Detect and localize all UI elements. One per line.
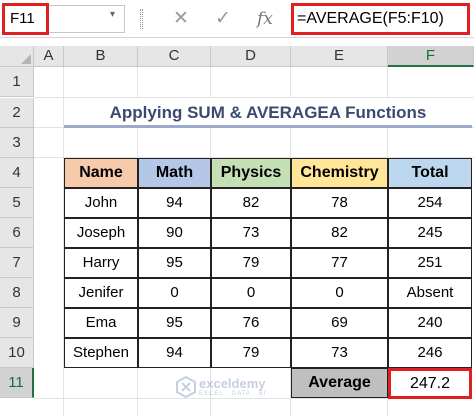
header-chemistry[interactable]: Chemistry [291, 158, 388, 188]
cell-chemistry[interactable]: 82 [291, 218, 388, 248]
watermark-tagline: EXCEL · DATA · BI [199, 391, 267, 397]
cell-chemistry[interactable]: 0 [291, 278, 388, 308]
header-physics[interactable]: Physics [211, 158, 291, 188]
cell-total[interactable]: 246 [388, 338, 472, 368]
average-value-cell[interactable]: 247.2 [388, 368, 472, 399]
cell-math[interactable]: 94 [138, 338, 211, 368]
select-all-button[interactable] [0, 46, 34, 67]
column-header-b[interactable]: B [64, 46, 138, 67]
exceldemy-watermark: exceldemy EXCEL · DATA · BI [176, 375, 296, 402]
insert-function-icon[interactable]: fx [257, 5, 273, 33]
header-name[interactable]: Name [64, 158, 138, 188]
column-header-c[interactable]: C [138, 46, 211, 67]
cell-physics[interactable]: 79 [211, 248, 291, 278]
row-header-7[interactable]: 7 [0, 248, 34, 278]
row-header-9[interactable]: 9 [0, 308, 34, 338]
row-header-4[interactable]: 4 [0, 158, 34, 188]
cell-math[interactable]: 0 [138, 278, 211, 308]
formula-input[interactable]: =AVERAGE(F5:F10) [291, 3, 470, 35]
cell-total[interactable]: Absent [388, 278, 472, 308]
cell-chemistry[interactable]: 78 [291, 188, 388, 218]
worksheet-grid[interactable]: A B C D E F 1 2 3 4 5 6 7 8 9 10 11 Appl… [0, 46, 474, 416]
sheet-title[interactable]: Applying SUM & AVERAGEA Functions [64, 98, 472, 128]
name-box-dropdown-icon[interactable]: ▾ [110, 9, 115, 20]
row-header-3[interactable]: 3 [0, 128, 34, 158]
row-header-6[interactable]: 6 [0, 218, 34, 248]
column-header-a[interactable]: A [34, 46, 64, 67]
column-header-f[interactable]: F [388, 46, 474, 67]
name-box[interactable]: F11 [2, 3, 49, 35]
header-total[interactable]: Total [388, 158, 472, 188]
exceldemy-logo-icon [176, 375, 196, 399]
cell-name[interactable]: Jenifer [64, 278, 138, 308]
cell-chemistry[interactable]: 73 [291, 338, 388, 368]
average-label[interactable]: Average [291, 368, 388, 398]
cell-name[interactable]: Stephen [64, 338, 138, 368]
cell-name[interactable]: Ema [64, 308, 138, 338]
cell-name[interactable]: Joseph [64, 218, 138, 248]
column-header-d[interactable]: D [211, 46, 291, 67]
header-math[interactable]: Math [138, 158, 211, 188]
cell-physics[interactable]: 73 [211, 218, 291, 248]
cell-name[interactable]: Harry [64, 248, 138, 278]
cell-chemistry[interactable]: 69 [291, 308, 388, 338]
cell-math[interactable]: 94 [138, 188, 211, 218]
formula-bar: F11 ▾ ✕ ✓ fx =AVERAGE(F5:F10) [0, 0, 474, 38]
cell-math[interactable]: 95 [138, 248, 211, 278]
cell-physics[interactable]: 0 [211, 278, 291, 308]
row-header-10[interactable]: 10 [0, 338, 34, 368]
cell-total[interactable]: 240 [388, 308, 472, 338]
cell-name[interactable]: John [64, 188, 138, 218]
row-header-2[interactable]: 2 [0, 98, 34, 128]
cell-physics[interactable]: 76 [211, 308, 291, 338]
watermark-name: exceldemy [199, 376, 266, 391]
cell-physics[interactable]: 79 [211, 338, 291, 368]
cell-total[interactable]: 251 [388, 248, 472, 278]
cancel-icon[interactable]: ✕ [173, 5, 189, 33]
cell-math[interactable]: 90 [138, 218, 211, 248]
cell-total[interactable]: 254 [388, 188, 472, 218]
row-header-1[interactable]: 1 [0, 67, 34, 97]
cell-chemistry[interactable]: 77 [291, 248, 388, 278]
cell-math[interactable]: 95 [138, 308, 211, 338]
select-all-icon [21, 54, 31, 64]
row-header-11[interactable]: 11 [0, 368, 34, 398]
cell-physics[interactable]: 82 [211, 188, 291, 218]
row-header-8[interactable]: 8 [0, 278, 34, 308]
row-header-5[interactable]: 5 [0, 188, 34, 218]
column-header-e[interactable]: E [291, 46, 388, 67]
formula-bar-separator [140, 9, 143, 29]
enter-icon[interactable]: ✓ [215, 5, 231, 33]
cell-total[interactable]: 245 [388, 218, 472, 248]
